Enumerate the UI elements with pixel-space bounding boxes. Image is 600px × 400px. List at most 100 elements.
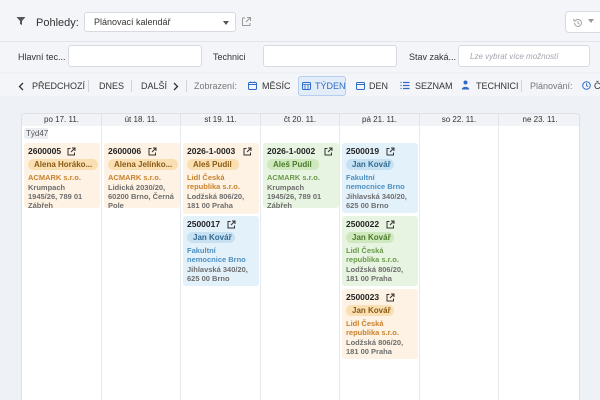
technician-badge: Jan Kovář: [346, 305, 394, 316]
views-label: Pohledy:: [36, 17, 79, 29]
filter-icon[interactable]: [16, 16, 26, 26]
today-button[interactable]: DNES: [99, 78, 124, 94]
event-company: Fakultní nemocnice Brno: [346, 173, 405, 191]
event-id: 2026-1-0003: [187, 146, 236, 156]
week-number-label: Týd47: [24, 128, 49, 139]
main-technician-input[interactable]: [68, 45, 202, 67]
divider: [186, 80, 187, 92]
external-link-icon[interactable]: [386, 147, 395, 156]
external-link-icon[interactable]: [227, 220, 236, 229]
event-company: ACMARK s.r.o.: [267, 173, 320, 182]
technician-badge: Jan Kovář: [346, 232, 394, 243]
event-card[interactable]: 2500019 Jan Kovář Fakultní nemocnice Brn…: [342, 143, 418, 213]
next-button[interactable]: DALŠÍ: [141, 78, 167, 94]
event-card[interactable]: 2600006 Alena Jelínko... ACMARK s.r.o. L…: [104, 143, 180, 210]
event-company: ACMARK s.r.o.: [28, 173, 81, 182]
display-label: Zobrazení:: [194, 81, 238, 91]
day-header: so 22. 11.: [420, 114, 499, 126]
event-address: Lidická 2030/20, 60200 Brno, Černá Pole: [108, 183, 174, 210]
event-card[interactable]: 2026-1-0003 Aleš Pudil Lidl Česká republ…: [183, 143, 259, 214]
order-state-input[interactable]: Lze vybrat více možností: [458, 45, 590, 67]
person-icon: [461, 80, 470, 90]
event-company: Lidl Česká republika s.r.o.: [346, 319, 399, 337]
planning-label: Plánování:: [530, 81, 573, 91]
week-calendar: po 17. 11. út 18. 11. st 19. 11. čt 20. …: [21, 113, 580, 400]
month-view-button[interactable]: MĚSÍC: [262, 78, 291, 94]
external-link-icon[interactable]: [148, 147, 157, 156]
main-technician-label: Hlavní tec...: [18, 52, 66, 62]
event-card[interactable]: 2600005 Alena Horáko... ACMARK s.r.o. Kr…: [24, 143, 100, 210]
event-id: 2500017: [187, 219, 221, 229]
divider: [131, 80, 132, 92]
event-id: 2600006: [108, 146, 142, 156]
event-address: Krumpach 1945/26, 789 01 Zábřeh: [28, 183, 83, 210]
views-select[interactable]: Plánovací kalendář: [84, 12, 236, 32]
planning-option[interactable]: Č: [594, 78, 600, 94]
external-link-icon[interactable]: [241, 16, 252, 27]
event-address: Lodžská 806/20, 181 00 Praha: [346, 338, 404, 356]
day-header: čt 20. 11.: [261, 114, 340, 126]
external-link-icon[interactable]: [324, 147, 333, 156]
order-state-label: Stav zaká...: [409, 52, 457, 62]
week-view-label: TÝDEN: [315, 81, 346, 91]
chevron-left-icon[interactable]: [18, 82, 24, 91]
day-header: po 17. 11.: [22, 114, 102, 126]
technician-badge: Alena Jelínko...: [108, 159, 178, 170]
technician-badge: Jan Kovář: [187, 232, 235, 243]
divider: [521, 80, 522, 92]
divider: [88, 80, 89, 92]
calendar-week-icon: [302, 82, 311, 90]
prev-button[interactable]: PŘEDCHOZÍ: [32, 78, 85, 94]
order-state-placeholder: Lze vybrat více možností: [470, 52, 559, 61]
event-company: ACMARK s.r.o.: [108, 173, 161, 182]
day-view-button[interactable]: DEN: [369, 78, 388, 94]
technicians-view-button[interactable]: TECHNICI: [476, 78, 519, 94]
day-header: st 19. 11.: [181, 114, 261, 126]
event-card[interactable]: 2500022 Jan Kovář Lidl Česká republika s…: [342, 216, 418, 286]
day-column[interactable]: [420, 126, 499, 400]
list-view-button[interactable]: SEZNAM: [415, 78, 453, 94]
list-icon: [400, 81, 410, 90]
day-column[interactable]: [499, 126, 579, 400]
top-bar: Pohledy: Plánovací kalendář: [0, 0, 600, 42]
event-address: Lodžská 806/20, 181 00 Praha: [346, 265, 404, 283]
external-link-icon[interactable]: [386, 220, 395, 229]
technician-badge: Aleš Pudil: [187, 159, 239, 170]
chevron-right-icon[interactable]: [173, 82, 179, 91]
event-address: Jihlavská 340/20, 625 00 Brno: [187, 265, 248, 283]
event-id: 2500019: [346, 146, 380, 156]
calendar-toolbar: PŘEDCHOZÍ DNES DALŠÍ Zobrazení: MĚSÍC TÝ…: [0, 74, 600, 96]
technicians-input[interactable]: [263, 45, 397, 67]
day-header: pá 21. 11.: [340, 114, 420, 126]
technician-badge: Aleš Pudil: [267, 159, 319, 170]
event-address: Jihlavská 340/20, 625 00 Brno: [346, 192, 407, 210]
event-address: Lodžská 806/20, 181 00 Praha: [187, 192, 245, 210]
event-company: Fakultní nemocnice Brno: [187, 246, 246, 264]
day-header: ne 23. 11.: [499, 114, 579, 126]
technician-badge: Alena Horáko...: [28, 159, 98, 170]
chevron-down-icon: [223, 21, 229, 25]
calendar-month-icon: [248, 81, 257, 90]
calendar-day-icon: [356, 82, 365, 90]
event-company: Lidl Česká republika s.r.o.: [346, 246, 399, 264]
event-address: Krumpach 1945/26, 789 01 Zábřeh: [267, 183, 322, 210]
event-card[interactable]: 2500023 Jan Kovář Lidl Česká republika s…: [342, 289, 418, 359]
history-button[interactable]: [565, 11, 600, 33]
event-id: 2500023: [346, 292, 380, 302]
event-id: 2500022: [346, 219, 380, 229]
event-card[interactable]: 2026-1-0002 Aleš Pudil ACMARK s.r.o. Kru…: [263, 143, 339, 210]
history-icon: [573, 18, 582, 27]
technician-badge: Jan Kovář: [346, 159, 394, 170]
views-select-value: Plánovací kalendář: [94, 17, 171, 27]
event-card[interactable]: 2500017 Jan Kovář Fakultní nemocnice Brn…: [183, 216, 259, 286]
external-link-icon[interactable]: [243, 147, 252, 156]
event-id: 2600005: [28, 146, 62, 156]
clock-icon: [582, 81, 591, 90]
event-company: Lidl Česká republika s.r.o.: [187, 173, 240, 191]
event-id: 2026-1-0002: [267, 146, 316, 156]
external-link-icon[interactable]: [67, 147, 76, 156]
chevron-down-icon: [588, 19, 594, 23]
technicians-label: Technici: [213, 52, 246, 62]
external-link-icon[interactable]: [386, 293, 395, 302]
day-header: út 18. 11.: [102, 114, 181, 126]
